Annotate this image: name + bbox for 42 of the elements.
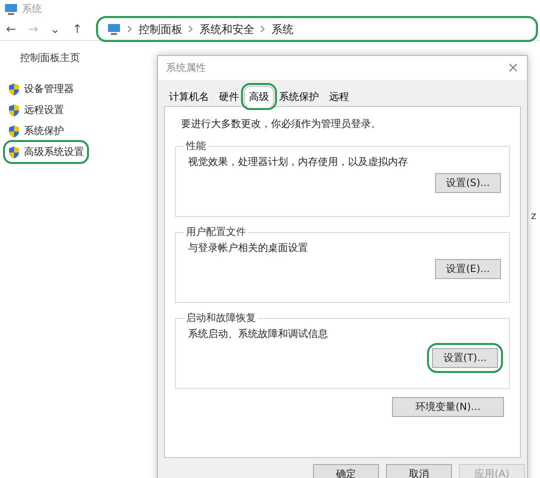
breadcrumb[interactable]: 系统和安全	[199, 22, 254, 36]
tab[interactable]: 高级	[244, 86, 274, 107]
nav-button[interactable]: ↑	[70, 22, 84, 36]
computer-icon	[107, 23, 122, 35]
close-button[interactable]: ×	[507, 60, 519, 76]
group-title: 性能	[184, 140, 207, 153]
group-title: 启动和故障恢复	[185, 312, 257, 325]
chevron-icon	[260, 25, 266, 33]
breadcrumb[interactable]: 控制面板	[138, 22, 182, 36]
settings-button[interactable]: 设置(S)...	[435, 173, 501, 193]
shield-icon	[8, 104, 20, 116]
chevron-icon	[188, 25, 194, 33]
shield-icon	[8, 146, 20, 158]
tab[interactable]: 系统保护	[274, 86, 324, 107]
group-title: 用户配置文件	[185, 226, 247, 239]
nav-button[interactable]: ←	[4, 22, 18, 36]
environment-variables-button[interactable]: 环境变量(N)...	[392, 397, 504, 417]
settings-button[interactable]: 设置(E)...	[435, 259, 501, 279]
sidebar-item[interactable]: 系统保护	[6, 122, 66, 140]
sidebar-item[interactable]: 远程设置	[6, 101, 66, 119]
tab[interactable]: 计算机名	[164, 86, 214, 107]
tab[interactable]: 硬件	[214, 86, 244, 107]
dialog-title: 系统属性	[166, 62, 206, 75]
sidebar-home-link[interactable]: 控制面板主页	[6, 51, 156, 65]
group-description: 视觉效果，处理器计划，内存使用，以及虚拟内存	[187, 156, 409, 169]
dialog-button[interactable]: 取消	[386, 464, 452, 478]
computer-icon	[4, 3, 18, 15]
group-description: 系统启动、系统故障和调试信息	[187, 328, 329, 341]
settings-button[interactable]: 设置(T)...	[432, 348, 498, 368]
background-text: z	[531, 211, 536, 222]
tab[interactable]: 远程	[324, 86, 354, 107]
nav-button[interactable]: ⌄	[48, 22, 62, 36]
chevron-icon	[127, 25, 132, 33]
shield-icon	[8, 124, 20, 138]
window-title: 系统	[22, 2, 42, 16]
notice-text: 要进行大多数更改，你必须作为管理员登录。	[180, 118, 382, 131]
sidebar-item[interactable]: 设备管理器	[6, 80, 76, 98]
sidebar-item[interactable]: 高级系统设置	[6, 143, 86, 161]
address-bar[interactable]: 控制面板 系统和安全 系统	[98, 18, 536, 40]
breadcrumb[interactable]: 系统	[271, 22, 294, 36]
group-description: 与登录帐户相关的桌面设置	[187, 242, 309, 255]
shield-icon	[8, 82, 20, 96]
